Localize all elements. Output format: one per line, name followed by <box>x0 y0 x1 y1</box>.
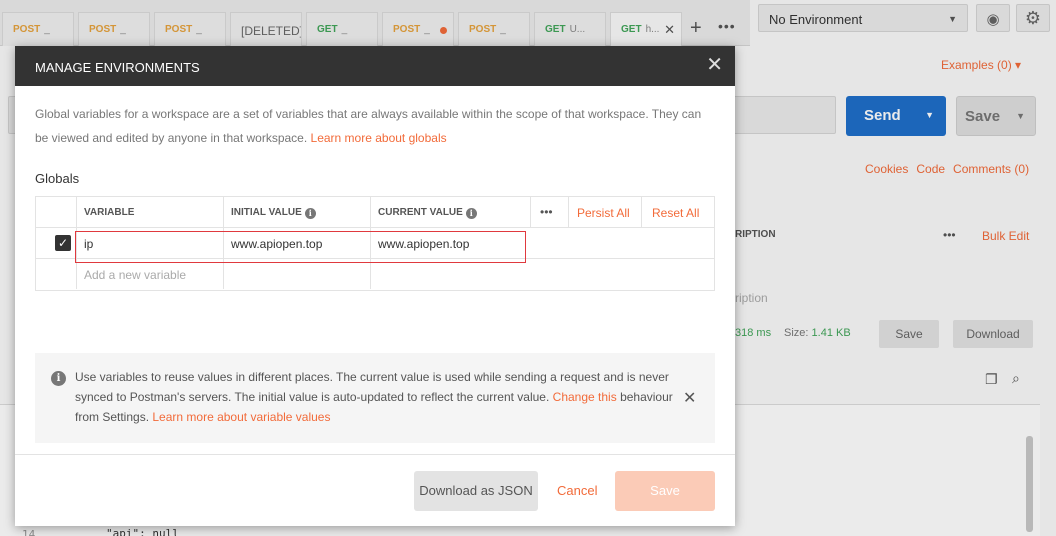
initial-value-column-header: INITIAL VALUE i <box>224 197 371 227</box>
current-value-header-label: CURRENT VALUE <box>378 207 463 218</box>
learn-more-variable-values-link[interactable]: Learn more about variable values <box>152 410 330 424</box>
new-current-value-cell[interactable] <box>371 259 531 289</box>
dismiss-note-close-icon[interactable]: ✕ <box>683 388 696 408</box>
cancel-button[interactable]: Cancel <box>557 483 597 498</box>
globals-intro: Global variables for a workspace are a s… <box>35 102 715 150</box>
current-value-cell[interactable]: www.apiopen.top <box>371 228 531 258</box>
divider <box>568 197 569 227</box>
row-checkbox-cell <box>36 259 77 289</box>
current-value-column-header: CURRENT VALUE i <box>371 197 531 227</box>
manage-environments-modal: MANAGE ENVIRONMENTS ✕ Global variables f… <box>15 46 735 526</box>
table-header-row: VARIABLE INITIAL VALUE i CURRENT VALUE i •… <box>36 197 714 228</box>
initial-value-header-label: INITIAL VALUE <box>231 207 302 218</box>
save-button[interactable]: Save <box>615 471 715 511</box>
variable-header-label: VARIABLE <box>84 207 135 218</box>
modal-footer: Download as JSON Cancel Save <box>15 454 735 526</box>
variable-column-header: VARIABLE <box>77 197 224 227</box>
divider <box>641 197 642 227</box>
info-icon[interactable]: i <box>465 208 477 219</box>
change-this-link[interactable]: Change this <box>553 390 617 404</box>
info-icon[interactable]: i <box>304 208 316 219</box>
initial-value-cell[interactable]: www.apiopen.top <box>224 228 371 258</box>
add-variable-input[interactable]: Add a new variable <box>77 259 224 289</box>
variables-info-note: i Use variables to reuse values in diffe… <box>35 353 715 443</box>
note-text: Use variables to reuse values in differe… <box>75 367 675 427</box>
info-icon: i <box>51 371 66 386</box>
globals-variable-table: VARIABLE INITIAL VALUE i CURRENT VALUE i •… <box>35 196 715 291</box>
download-json-button[interactable]: Download as JSON <box>414 471 538 511</box>
new-variable-row: Add a new variable <box>36 259 714 290</box>
row-checkbox-cell: ✓ <box>36 228 77 258</box>
close-icon[interactable]: ✕ <box>706 55 723 75</box>
globals-section-title: Globals <box>35 171 80 186</box>
new-initial-value-cell[interactable] <box>224 259 371 289</box>
table-row: ✓ ip www.apiopen.top www.apiopen.top <box>36 228 714 259</box>
checkbox-column-header <box>36 197 77 227</box>
enabled-checkbox[interactable]: ✓ <box>55 235 71 251</box>
variable-name-cell[interactable]: ip <box>77 228 224 258</box>
modal-title: MANAGE ENVIRONMENTS <box>35 60 200 75</box>
modal-header: MANAGE ENVIRONMENTS ✕ <box>15 46 735 86</box>
learn-more-globals-link[interactable]: Learn more about globals <box>311 131 447 145</box>
